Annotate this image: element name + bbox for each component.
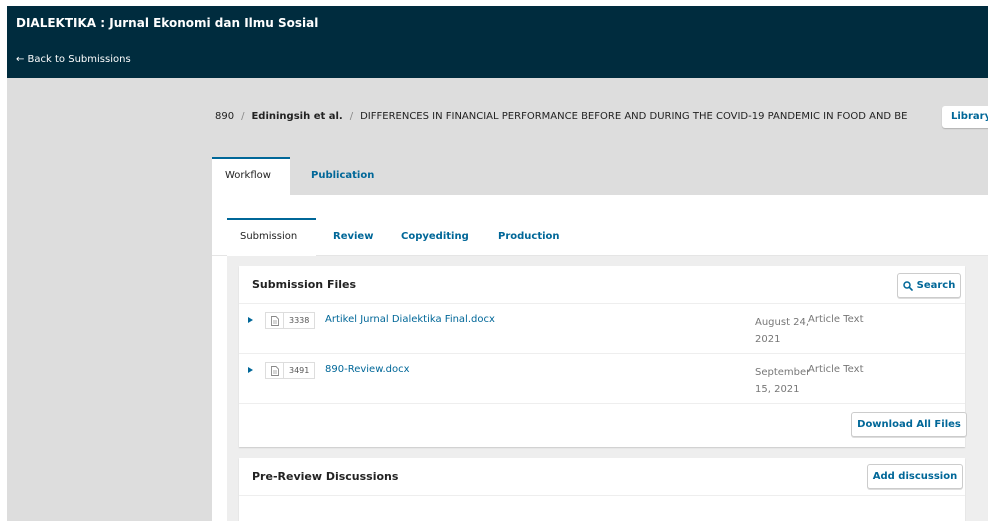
tab-production[interactable]: Production — [498, 218, 560, 256]
tab-copyediting[interactable]: Copyediting — [401, 218, 469, 256]
submission-authors: Ediningsih et al. — [251, 111, 343, 122]
file-type: Article Text — [808, 314, 864, 325]
file-date-line: 2021 — [755, 334, 781, 345]
file-badge: 3491 — [265, 362, 316, 379]
submission-files-title: Submission Files — [252, 278, 357, 291]
submission-files-header: Submission Files Search — [239, 266, 965, 304]
document-icon — [266, 313, 284, 328]
submission-stage-content: Submission Files Search 3338 Artikel Jur… — [227, 256, 988, 521]
discussions-header: Pre-Review Discussions Add discussion — [239, 458, 965, 496]
expand-caret-icon[interactable] — [248, 317, 253, 323]
file-id: 3491 — [289, 366, 310, 375]
document-icon — [266, 363, 284, 378]
library-button[interactable]: Library — [942, 106, 988, 128]
add-discussion-button[interactable]: Add discussion — [867, 464, 963, 489]
breadcrumb: 890 / Ediningsih et al. / DIFFERENCES IN… — [215, 111, 907, 122]
tab-review[interactable]: Review — [333, 218, 373, 256]
back-to-submissions-link[interactable]: ← Back to Submissions — [16, 54, 131, 65]
file-date-line: 15, 2021 — [755, 384, 800, 395]
workflow-stage-tabs: Submission Review Copyediting Production — [212, 218, 988, 256]
main-area: 890 / Ediningsih et al. / DIFFERENCES IN… — [7, 78, 988, 521]
submission-files-panel: Submission Files Search 3338 Artikel Jur… — [239, 266, 967, 447]
journal-title[interactable]: DIALEKTIKA : Jurnal Ekonomi dan Ilmu Sos… — [16, 16, 318, 30]
expand-caret-icon[interactable] — [248, 367, 253, 373]
file-name-link[interactable]: Artikel Jurnal Dialektika Final.docx — [325, 314, 495, 325]
workflow-panel: Submission Review Copyediting Production… — [212, 195, 988, 521]
search-files-button[interactable]: Search — [897, 273, 961, 298]
file-type: Article Text — [808, 364, 864, 375]
file-name-link[interactable]: 890-Review.docx — [325, 364, 410, 375]
file-id: 3338 — [289, 316, 310, 325]
submission-title: DIFFERENCES IN FINANCIAL PERFORMANCE BEF… — [360, 111, 908, 122]
pre-review-discussions-panel: Pre-Review Discussions Add discussion — [239, 458, 965, 521]
breadcrumb-separator: / — [349, 111, 354, 122]
app-header: DIALEKTIKA : Jurnal Ekonomi dan Ilmu Sos… — [7, 6, 988, 78]
file-row: 3491 890-Review.docx September 15, 2021 … — [239, 354, 965, 404]
search-icon — [902, 280, 913, 291]
tab-publication[interactable]: Publication — [311, 157, 374, 195]
breadcrumb-separator: / — [241, 111, 245, 122]
discussions-title: Pre-Review Discussions — [252, 470, 399, 483]
download-all-files-button[interactable]: Download All Files — [851, 412, 967, 437]
file-badge: 3338 — [265, 312, 316, 329]
search-button-label: Search — [916, 280, 956, 291]
file-row: 3338 Artikel Jurnal Dialektika Final.doc… — [239, 304, 965, 354]
tab-workflow[interactable]: Workflow — [212, 157, 290, 195]
submission-id: 890 — [215, 111, 235, 122]
tab-submission[interactable]: Submission — [227, 218, 316, 256]
